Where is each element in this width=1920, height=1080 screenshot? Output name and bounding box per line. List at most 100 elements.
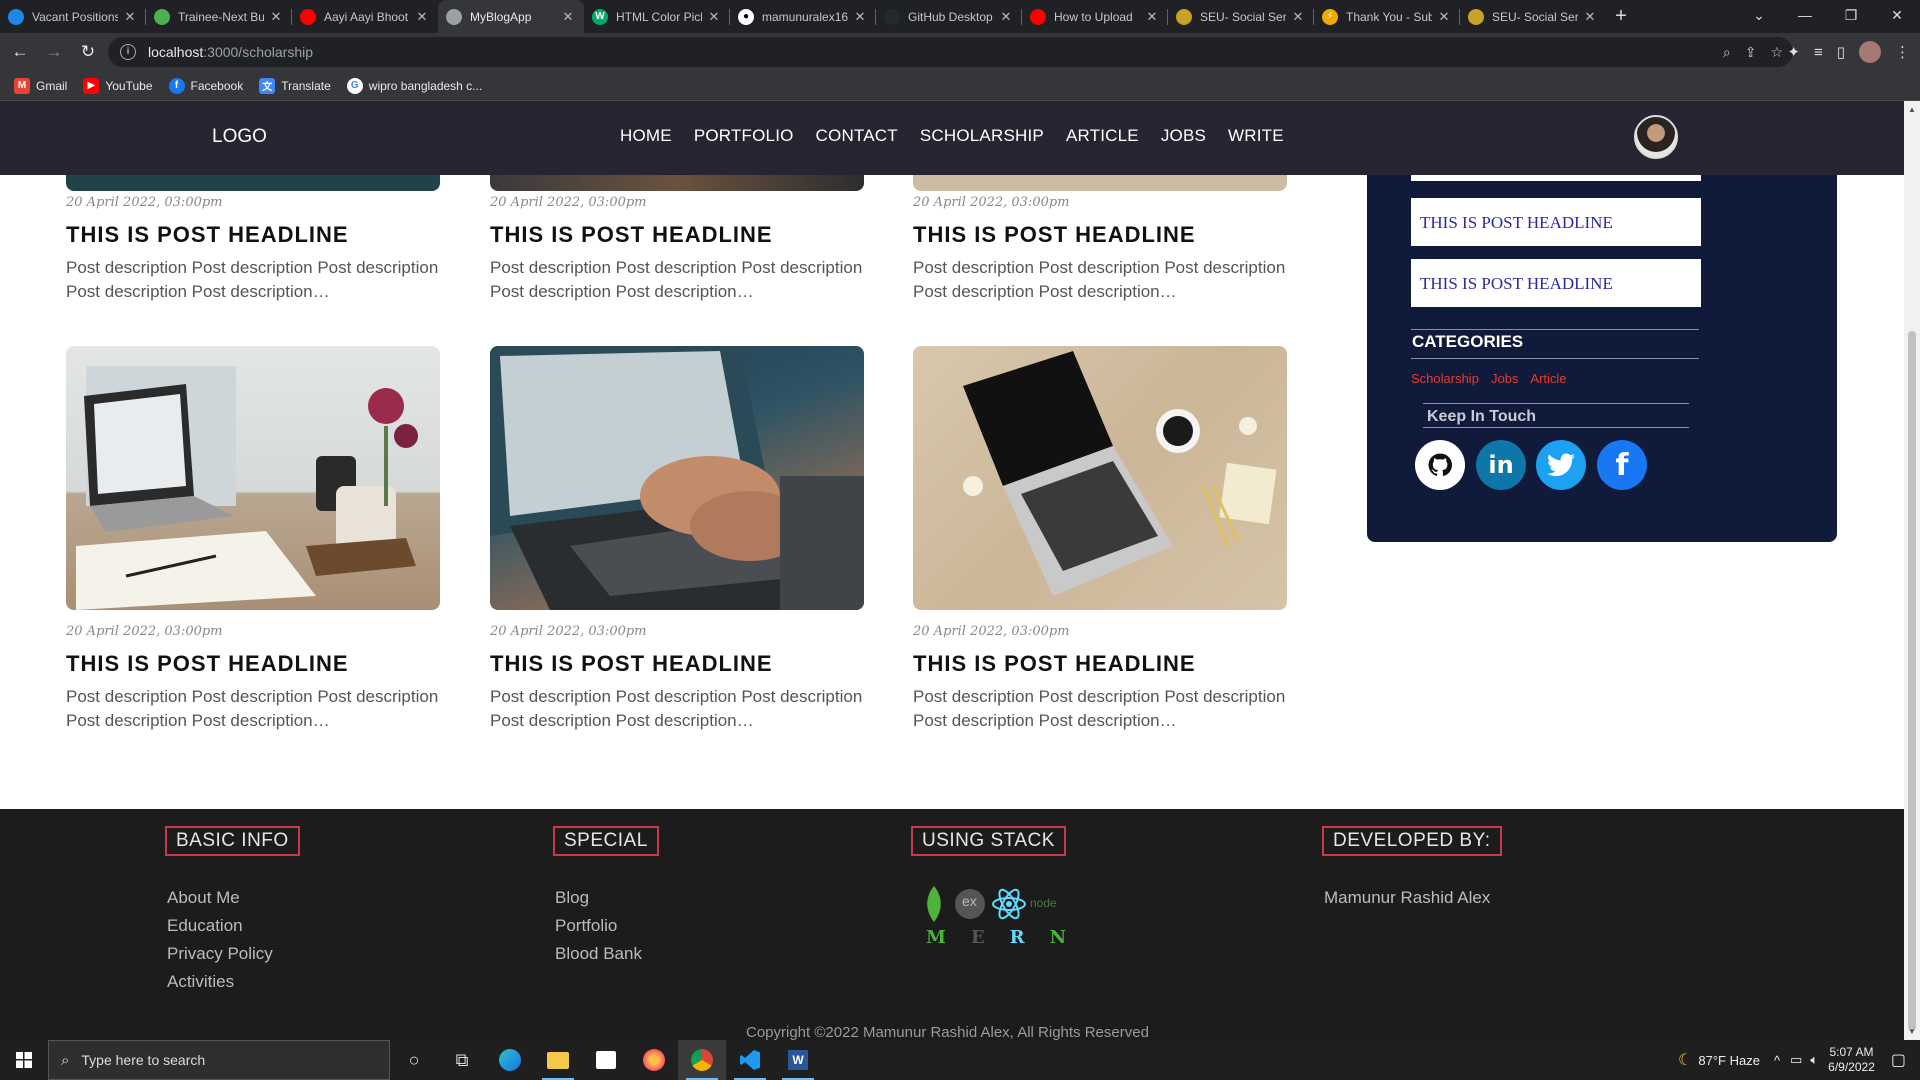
post-headline[interactable]: THIS IS POST HEADLINE	[66, 651, 440, 677]
post-headline[interactable]: THIS IS POST HEADLINE	[913, 651, 1287, 677]
footer-link[interactable]: Blood Bank	[555, 940, 642, 968]
close-icon[interactable]: ✕	[706, 9, 722, 25]
close-icon[interactable]: ✕	[1582, 9, 1598, 25]
footer-link[interactable]: Privacy Policy	[167, 940, 273, 968]
show-hidden-icons-icon[interactable]: ^	[1774, 1053, 1780, 1068]
post-image[interactable]	[66, 175, 440, 191]
close-icon[interactable]: ✕	[268, 9, 284, 25]
post-card[interactable]: 20 April 2022, 03:00pm THIS IS POST HEAD…	[913, 346, 1287, 733]
site-logo[interactable]: LOGO	[212, 126, 267, 148]
close-icon[interactable]: ✕	[122, 9, 138, 25]
sidebar-recent-post[interactable]: THIS IS POST HEADLINE	[1411, 259, 1701, 307]
edge-icon[interactable]	[486, 1040, 534, 1080]
nav-portfolio[interactable]: PORTFOLIO	[694, 126, 794, 146]
bookmark-wipro[interactable]: Gwipro bangladesh c...	[346, 77, 482, 94]
browser-tab[interactable]: GitHub Desktop ✕	[876, 0, 1022, 33]
category-link[interactable]: Article	[1530, 371, 1566, 386]
post-image[interactable]	[913, 346, 1287, 610]
profile-avatar[interactable]	[1859, 41, 1881, 63]
post-card[interactable]: 20 April 2022, 03:00pm THIS IS POST HEAD…	[66, 195, 440, 304]
zoom-icon[interactable]: ⌕	[1723, 44, 1731, 61]
linkedin-icon[interactable]: in	[1476, 440, 1526, 490]
side-panel-icon[interactable]: ▯	[1837, 43, 1845, 61]
address-bar[interactable]: i localhost:3000/scholarship ⌕ ⇪ ☆	[108, 37, 1793, 67]
post-card[interactable]: 20 April 2022, 03:00pm THIS IS POST HEAD…	[490, 346, 864, 733]
clock[interactable]: 5:07 AM 6/9/2022	[1828, 1045, 1875, 1075]
minimize-icon[interactable]: —	[1782, 0, 1828, 33]
page-scrollbar[interactable]: ▲ ▼	[1904, 101, 1920, 1040]
post-image[interactable]	[913, 175, 1287, 191]
browser-tab[interactable]: How to Upload ✕	[1022, 0, 1168, 33]
media-icon[interactable]: ≡	[1814, 44, 1823, 61]
post-headline[interactable]: THIS IS POST HEADLINE	[490, 222, 864, 248]
bookmark-youtube[interactable]: ▶ YouTube	[83, 77, 153, 94]
nav-article[interactable]: ARTICLE	[1066, 126, 1139, 146]
volume-icon[interactable]: 🔈︎	[1810, 1052, 1818, 1068]
footer-link[interactable]: Education	[167, 912, 273, 940]
browser-tab[interactable]: SEU- Social Ser ✕	[1460, 0, 1606, 33]
nav-contact[interactable]: CONTACT	[816, 126, 898, 146]
nav-write[interactable]: WRITE	[1228, 126, 1284, 146]
post-image[interactable]	[490, 346, 864, 610]
bookmark-facebook[interactable]: f Facebook	[168, 77, 243, 94]
url-text[interactable]: localhost:3000/scholarship	[148, 44, 313, 60]
close-icon[interactable]: ✕	[560, 9, 576, 25]
word-icon[interactable]: W	[774, 1040, 822, 1080]
post-card[interactable]: 20 April 2022, 03:00pm THIS IS POST HEAD…	[913, 195, 1287, 304]
github-icon[interactable]	[1415, 440, 1465, 490]
post-headline[interactable]: THIS IS POST HEADLINE	[913, 222, 1287, 248]
user-avatar[interactable]	[1634, 115, 1678, 159]
browser-tab-active[interactable]: MyBlogApp ✕	[438, 0, 584, 33]
scrollbar-thumb[interactable]	[1908, 331, 1916, 1031]
post-card[interactable]: 20 April 2022, 03:00pm THIS IS POST HEAD…	[490, 195, 864, 304]
restore-icon[interactable]: ❐	[1828, 0, 1874, 33]
firefox-icon[interactable]	[630, 1040, 678, 1080]
tab-search-icon[interactable]: ⌄	[1736, 0, 1782, 33]
post-image[interactable]	[66, 346, 440, 610]
scroll-up-icon[interactable]: ▲	[1908, 105, 1916, 114]
browser-tab[interactable]: ⚡ Thank You - Sub ✕	[1314, 0, 1460, 33]
scroll-down-icon[interactable]: ▼	[1908, 1027, 1916, 1036]
network-icon[interactable]: ▭	[1790, 1052, 1802, 1068]
close-icon[interactable]: ✕	[1144, 9, 1160, 25]
browser-tab[interactable]: ● mamunuralex16 ✕	[730, 0, 876, 33]
bookmark-star-icon[interactable]: ☆	[1770, 44, 1783, 61]
post-headline[interactable]: THIS IS POST HEADLINE	[490, 651, 864, 677]
close-icon[interactable]: ✕	[852, 9, 868, 25]
category-link[interactable]: Scholarship	[1411, 371, 1479, 386]
store-icon[interactable]	[582, 1040, 630, 1080]
taskbar-search-input[interactable]: ⌕ Type here to search	[48, 1040, 390, 1080]
back-icon[interactable]: ←	[6, 42, 34, 62]
site-info-icon[interactable]: i	[120, 44, 136, 60]
close-icon[interactable]: ✕	[1290, 9, 1306, 25]
notifications-icon[interactable]: ▢	[1891, 1050, 1906, 1070]
close-icon[interactable]: ✕	[414, 9, 430, 25]
share-icon[interactable]: ⇪	[1745, 44, 1757, 61]
sidebar-recent-post[interactable]: THIS IS POST HEADLINE	[1411, 198, 1701, 246]
file-explorer-icon[interactable]	[534, 1040, 582, 1080]
chrome-icon[interactable]	[678, 1040, 726, 1080]
nav-jobs[interactable]: JOBS	[1161, 126, 1206, 146]
browser-tab[interactable]: W HTML Color Pick ✕	[584, 0, 730, 33]
close-window-icon[interactable]: ✕	[1874, 0, 1920, 33]
post-card[interactable]: 20 April 2022, 03:00pm THIS IS POST HEAD…	[66, 346, 440, 733]
bookmark-gmail[interactable]: M Gmail	[14, 77, 67, 94]
footer-link[interactable]: Activities	[167, 968, 273, 996]
footer-link[interactable]: Portfolio	[555, 912, 642, 940]
new-tab-icon[interactable]: +	[1606, 0, 1636, 33]
browser-tab[interactable]: Vacant Positions ✕	[0, 0, 146, 33]
extensions-icon[interactable]: ✦	[1787, 43, 1800, 61]
close-icon[interactable]: ✕	[1436, 9, 1452, 25]
forward-icon[interactable]: →	[40, 42, 68, 62]
nav-home[interactable]: HOME	[620, 126, 672, 146]
reload-icon[interactable]: ↻	[74, 42, 102, 62]
vscode-icon[interactable]	[726, 1040, 774, 1080]
facebook-icon[interactable]: f	[1597, 440, 1647, 490]
bookmark-translate[interactable]: 文 Translate	[259, 77, 331, 94]
category-link[interactable]: Jobs	[1491, 371, 1518, 386]
close-icon[interactable]: ✕	[998, 9, 1014, 25]
browser-tab[interactable]: Aayi Aayi Bhoot ✕	[292, 0, 438, 33]
weather-text[interactable]: 87°F Haze	[1698, 1053, 1760, 1068]
footer-link[interactable]: Blog	[555, 884, 642, 912]
windows-start-icon[interactable]	[0, 1040, 48, 1080]
